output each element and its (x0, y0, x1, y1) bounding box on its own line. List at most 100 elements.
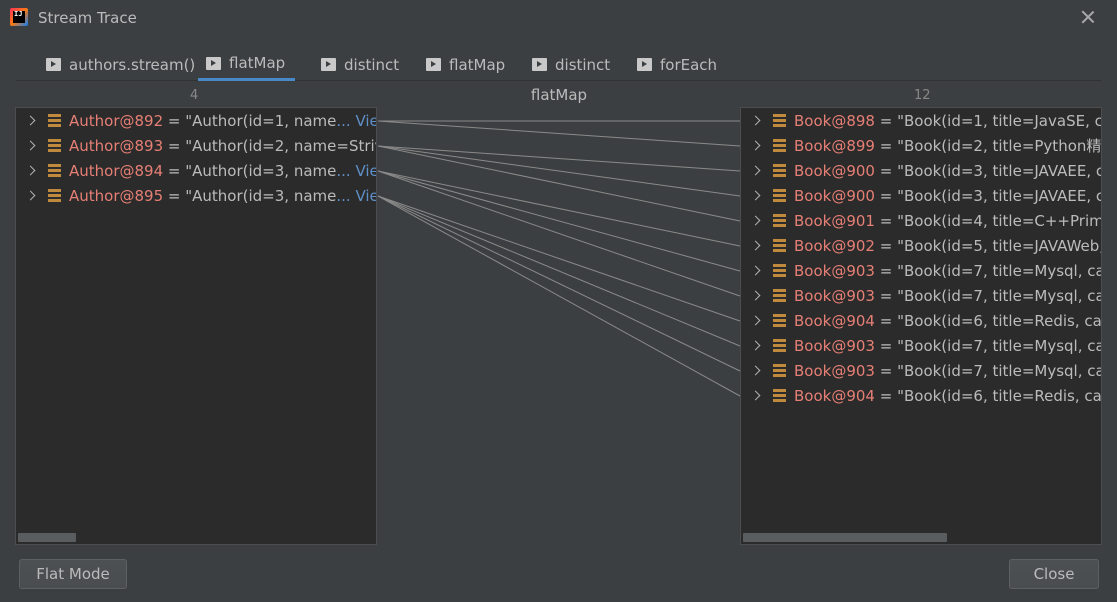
object-icon (773, 164, 786, 177)
object-value: = "Book(id=3, title=JAVAEE, ca (874, 186, 1102, 205)
author-row[interactable]: Author@892 = "Author(id=1, name... View (16, 108, 376, 133)
close-button[interactable]: Close (1009, 559, 1099, 589)
close-icon[interactable] (1079, 8, 1097, 26)
object-value: = "Author(id=1, name (163, 111, 337, 130)
chevron-right-icon[interactable] (751, 366, 761, 376)
tab-bar: authors.stream() flatMap distinct flatMa… (16, 48, 1101, 81)
object-name: Book@903 (794, 261, 875, 280)
object-icon (48, 164, 61, 177)
book-row[interactable]: Book@900 = "Book(id=3, title=JAVAEE, ca (741, 158, 1101, 183)
object-name: Book@900 (794, 161, 875, 180)
tab-label: flatMap (229, 54, 286, 72)
mapping-line (377, 170, 741, 272)
title-bar: IJ Stream Trace (0, 0, 1117, 36)
author-row[interactable]: Author@895 = "Author(id=3, name... View (16, 183, 376, 208)
chevron-right-icon[interactable] (26, 116, 36, 126)
object-name: Book@898 (794, 111, 875, 130)
tab-flatmap-1[interactable]: flatMap (198, 48, 296, 81)
chevron-right-icon[interactable] (26, 191, 36, 201)
author-row[interactable]: Author@893 = "Author(id=2, name=Strive (16, 133, 377, 158)
book-row[interactable]: Book@900 = "Book(id=3, title=JAVAEE, ca (741, 183, 1102, 208)
object-name: Book@904 (794, 386, 875, 405)
right-values-panel[interactable]: Book@898 = "Book(id=1, title=JavaSE, cat… (740, 107, 1102, 545)
book-row[interactable]: Book@904 = "Book(id=6, title=Redis, cate (741, 308, 1102, 333)
object-name: Book@901 (794, 211, 875, 230)
object-name: Book@900 (794, 186, 875, 205)
tab-label: distinct (555, 55, 611, 74)
chevron-right-icon[interactable] (751, 391, 761, 401)
object-value: = "Book(id=7, title=Mysql, cate (874, 361, 1102, 380)
stream-step-icon (426, 58, 441, 71)
tab-distinct-2[interactable]: distinct (524, 48, 620, 81)
mapping-line (377, 195, 741, 397)
object-icon (773, 139, 786, 152)
object-value: = "Book(id=7, title=Mysql, cate (874, 336, 1102, 355)
object-value: = "Author(id=2, name=Strive (163, 136, 377, 155)
tab-distinct-1[interactable]: distinct (313, 48, 409, 81)
mapping-line (377, 145, 741, 197)
mapping-line (377, 145, 741, 172)
tab-label: authors.stream() (69, 55, 196, 74)
tab-flatmap-2[interactable]: flatMap (418, 48, 515, 81)
view-link[interactable]: ... View (336, 187, 376, 205)
object-name: Author@892 (69, 111, 164, 130)
object-icon (773, 339, 786, 352)
tab-label: distinct (344, 55, 400, 74)
view-link[interactable]: ... View (336, 162, 376, 180)
object-icon (773, 289, 786, 302)
book-row[interactable]: Book@903 = "Book(id=7, title=Mysql, cate (741, 283, 1102, 308)
chevron-right-icon[interactable] (751, 166, 761, 176)
chevron-right-icon[interactable] (751, 116, 761, 126)
flat-mode-button[interactable]: Flat Mode (19, 559, 127, 589)
book-row[interactable]: Book@901 = "Book(id=4, title=C++Prime, (741, 208, 1101, 233)
chevron-right-icon[interactable] (751, 216, 761, 226)
book-row[interactable]: Book@903 = "Book(id=7, title=Mysql, cate (741, 358, 1102, 383)
chevron-right-icon[interactable] (751, 141, 761, 151)
chevron-right-icon[interactable] (751, 191, 761, 201)
right-horizontal-scrollbar[interactable] (743, 533, 947, 542)
object-value: = "Book(id=6, title=Redis, cate (874, 386, 1102, 405)
chevron-right-icon[interactable] (751, 341, 761, 351)
object-icon (48, 114, 61, 127)
chevron-right-icon[interactable] (751, 241, 761, 251)
mapping-line (377, 170, 741, 247)
tab-label: forEach (660, 55, 718, 74)
book-row[interactable]: Book@902 = "Book(id=5, title=JAVAWeb, (741, 233, 1102, 258)
book-row[interactable]: Book@904 = "Book(id=6, title=Redis, cate (741, 383, 1102, 408)
tab-label: flatMap (449, 55, 506, 74)
chevron-right-icon[interactable] (751, 291, 761, 301)
book-row[interactable]: Book@899 = "Book(id=2, title=Python精通 (741, 133, 1101, 158)
object-value: = "Book(id=5, title=JAVAWeb, (874, 236, 1102, 255)
object-icon (773, 114, 786, 127)
book-row[interactable]: Book@898 = "Book(id=1, title=JavaSE, cat (741, 108, 1101, 133)
object-value: = "Author(id=3, name (163, 186, 337, 205)
tab-authors-stream[interactable]: authors.stream() (38, 48, 205, 81)
object-name: Author@895 (69, 186, 164, 205)
object-icon (48, 139, 61, 152)
tab-foreach[interactable]: forEach (629, 48, 727, 81)
object-icon (773, 239, 786, 252)
object-value: = "Author(id=3, name (163, 161, 337, 180)
book-row[interactable]: Book@903 = "Book(id=7, title=Mysql, cate (741, 333, 1102, 358)
chevron-right-icon[interactable] (751, 316, 761, 326)
object-value: = "Book(id=6, title=Redis, cate (874, 311, 1102, 330)
mapping-line (377, 195, 741, 322)
book-row[interactable]: Book@903 = "Book(id=7, title=Mysql, cate (741, 258, 1101, 283)
object-name: Book@904 (794, 311, 875, 330)
chevron-right-icon[interactable] (26, 166, 36, 176)
object-value: = "Book(id=7, title=Mysql, cate (874, 286, 1102, 305)
stream-step-icon (637, 58, 652, 71)
object-name: Book@902 (794, 236, 875, 255)
object-icon (773, 189, 786, 202)
stream-step-icon (532, 58, 547, 71)
view-link[interactable]: ... View (336, 112, 376, 130)
object-icon (773, 264, 786, 277)
mapping-line (377, 120, 741, 147)
left-horizontal-scrollbar[interactable] (18, 533, 76, 542)
author-row[interactable]: Author@894 = "Author(id=3, name... View (16, 158, 376, 183)
object-icon (773, 389, 786, 402)
chevron-right-icon[interactable] (751, 266, 761, 276)
chevron-right-icon[interactable] (26, 141, 36, 151)
stream-step-icon (321, 58, 336, 71)
left-values-panel[interactable]: Author@892 = "Author(id=1, name... ViewA… (15, 107, 377, 545)
